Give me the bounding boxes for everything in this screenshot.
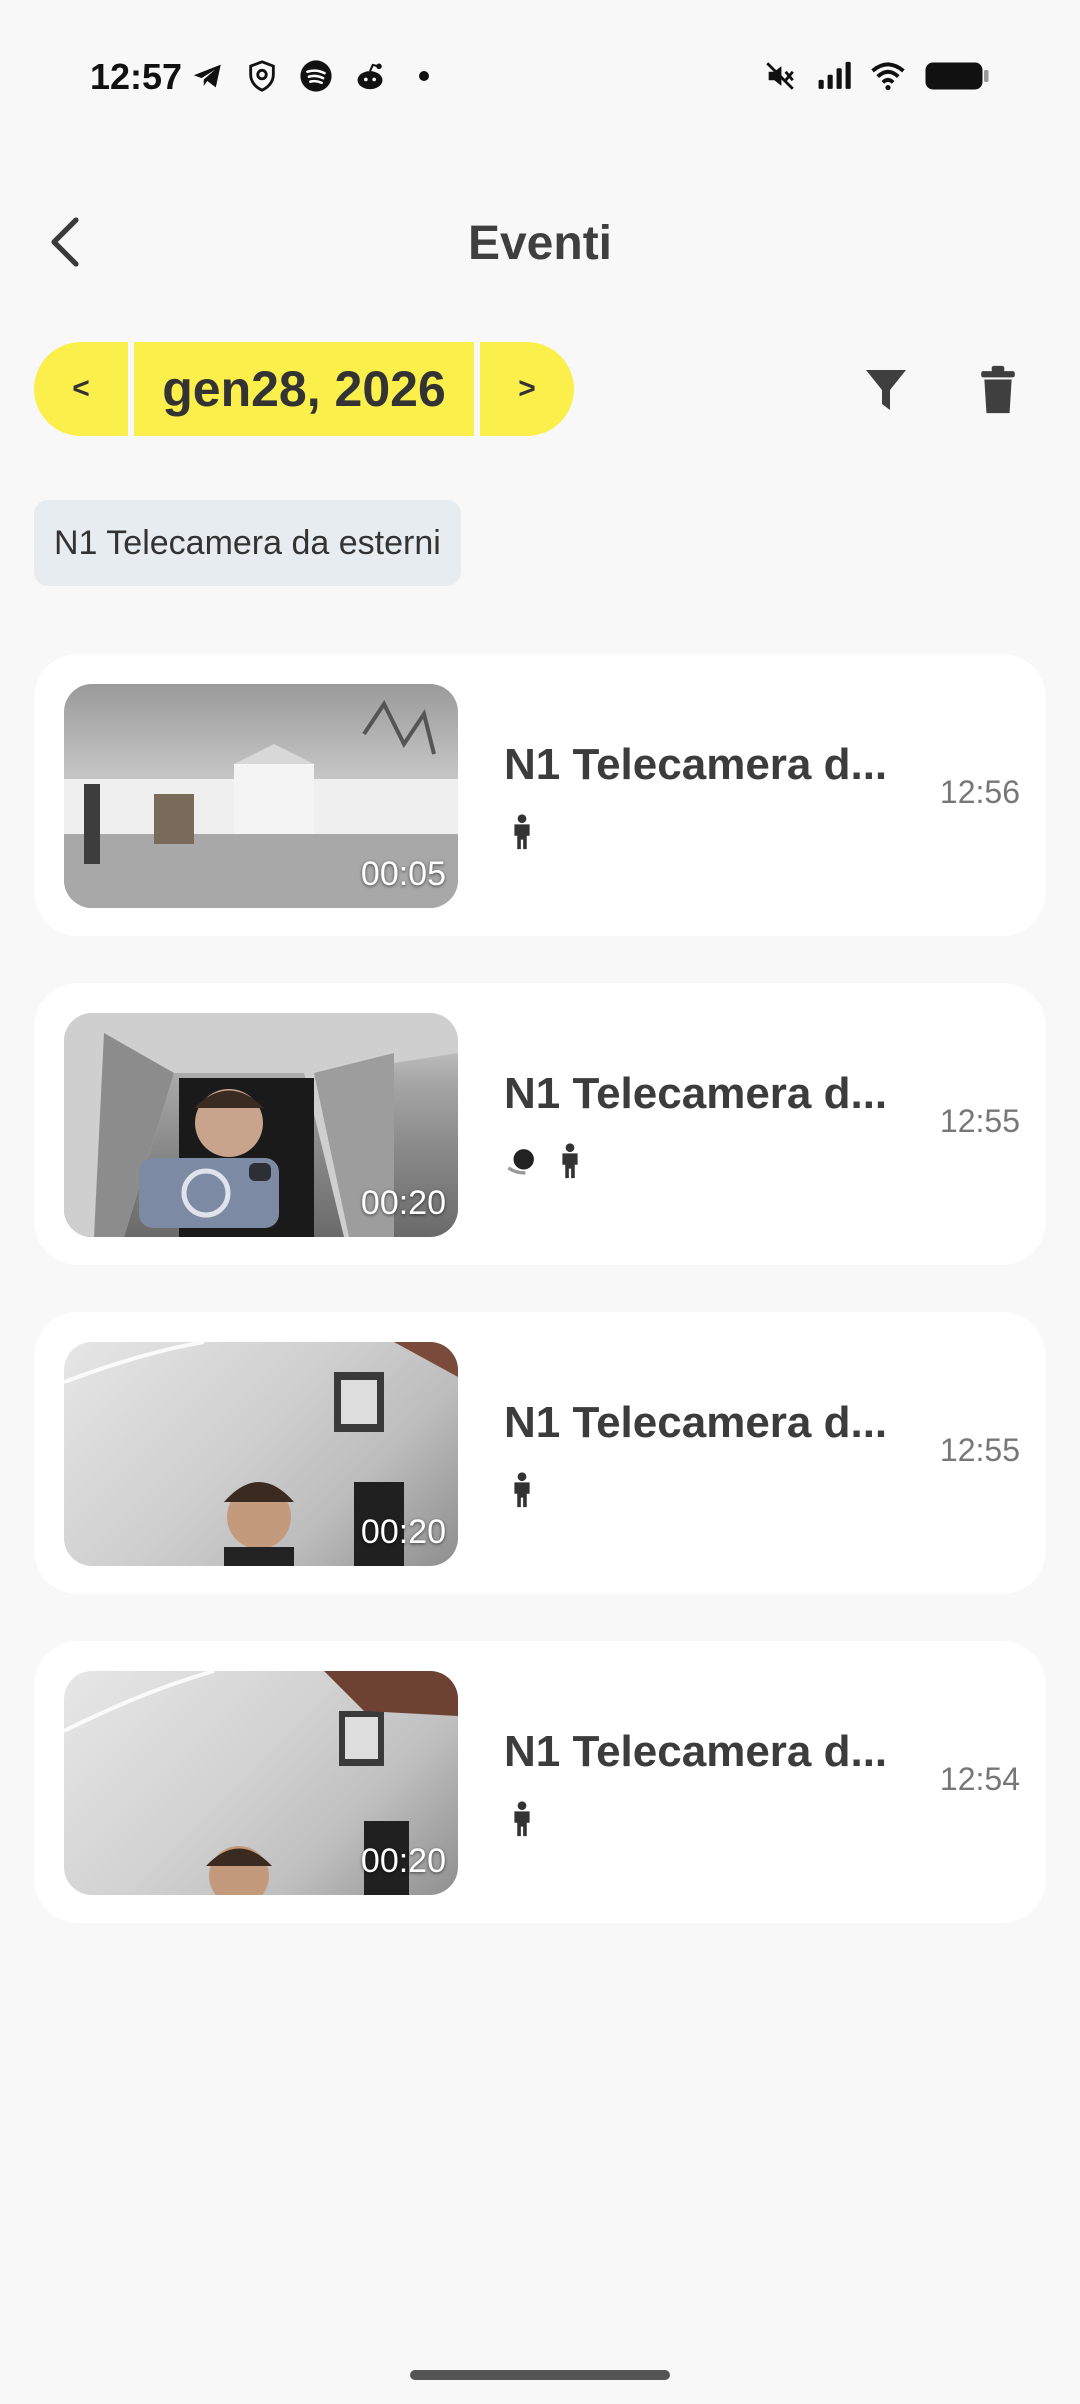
date-navigator: < gen28, 2026 > bbox=[34, 342, 574, 436]
event-title: N1 Telecamera d... bbox=[504, 1398, 888, 1447]
event-title: N1 Telecamera d... bbox=[504, 740, 888, 789]
dot-icon bbox=[406, 58, 442, 94]
event-card[interactable]: 00:20 N1 Telecamera d... 12:54 bbox=[34, 1641, 1046, 1923]
event-card[interactable]: 00:20 N1 Telecamera d... 12:55 bbox=[34, 983, 1046, 1265]
person-icon bbox=[504, 1799, 540, 1839]
status-right-icons bbox=[762, 58, 990, 94]
delete-button[interactable] bbox=[958, 352, 1038, 432]
event-thumbnail[interactable]: 00:20 bbox=[64, 1671, 458, 1895]
event-type-icons bbox=[504, 1470, 540, 1510]
event-thumbnail[interactable]: 00:05 bbox=[64, 684, 458, 908]
clip-duration: 00:05 bbox=[360, 855, 446, 893]
home-indicator[interactable] bbox=[410, 2370, 670, 2380]
event-type-icons bbox=[504, 1141, 588, 1181]
trash-icon bbox=[977, 364, 1019, 421]
motion-icon bbox=[504, 1141, 540, 1181]
clip-duration: 00:20 bbox=[360, 1842, 446, 1880]
previous-date-button[interactable]: < bbox=[34, 342, 128, 436]
event-time: 12:54 bbox=[939, 1761, 1020, 1797]
signal-icon bbox=[816, 58, 852, 94]
event-title: N1 Telecamera d... bbox=[504, 1069, 888, 1118]
person-icon bbox=[504, 812, 540, 852]
reddit-icon bbox=[352, 58, 388, 94]
event-type-icons bbox=[504, 1799, 540, 1839]
date-label[interactable]: gen28, 2026 bbox=[134, 342, 474, 436]
spotify-icon bbox=[298, 58, 334, 94]
person-icon bbox=[552, 1141, 588, 1181]
event-thumbnail[interactable]: 00:20 bbox=[64, 1342, 458, 1566]
next-date-button[interactable]: > bbox=[480, 342, 574, 436]
wifi-icon bbox=[870, 58, 906, 94]
status-bar: 12:57 bbox=[0, 0, 1080, 160]
shield-icon bbox=[244, 58, 280, 94]
event-type-icons bbox=[504, 812, 540, 852]
camera-filter-chip[interactable]: N1 Telecamera da esterni bbox=[34, 500, 461, 586]
battery-icon bbox=[924, 58, 990, 94]
event-time: 12:55 bbox=[939, 1432, 1020, 1468]
event-title: N1 Telecamera d... bbox=[504, 1727, 888, 1776]
person-icon bbox=[504, 1470, 540, 1510]
page-title: Eventi bbox=[467, 217, 613, 270]
filter-icon bbox=[864, 366, 908, 419]
status-left-icons bbox=[190, 58, 442, 94]
filter-button[interactable] bbox=[846, 352, 926, 432]
status-time: 12:57 bbox=[90, 56, 183, 97]
event-list: 00:05 N1 Telecamera d... 12:56 00:20 N1 … bbox=[34, 654, 1046, 1970]
event-time: 12:56 bbox=[939, 774, 1020, 810]
clip-duration: 00:20 bbox=[360, 1184, 446, 1222]
event-card[interactable]: 00:05 N1 Telecamera d... 12:56 bbox=[34, 654, 1046, 936]
mute-icon bbox=[762, 58, 798, 94]
event-thumbnail[interactable]: 00:20 bbox=[64, 1013, 458, 1237]
event-time: 12:55 bbox=[939, 1103, 1020, 1139]
telegram-icon bbox=[190, 58, 226, 94]
clip-duration: 00:20 bbox=[360, 1513, 446, 1551]
header: Eventi bbox=[0, 200, 1080, 290]
event-card[interactable]: 00:20 N1 Telecamera d... 12:55 bbox=[34, 1312, 1046, 1594]
